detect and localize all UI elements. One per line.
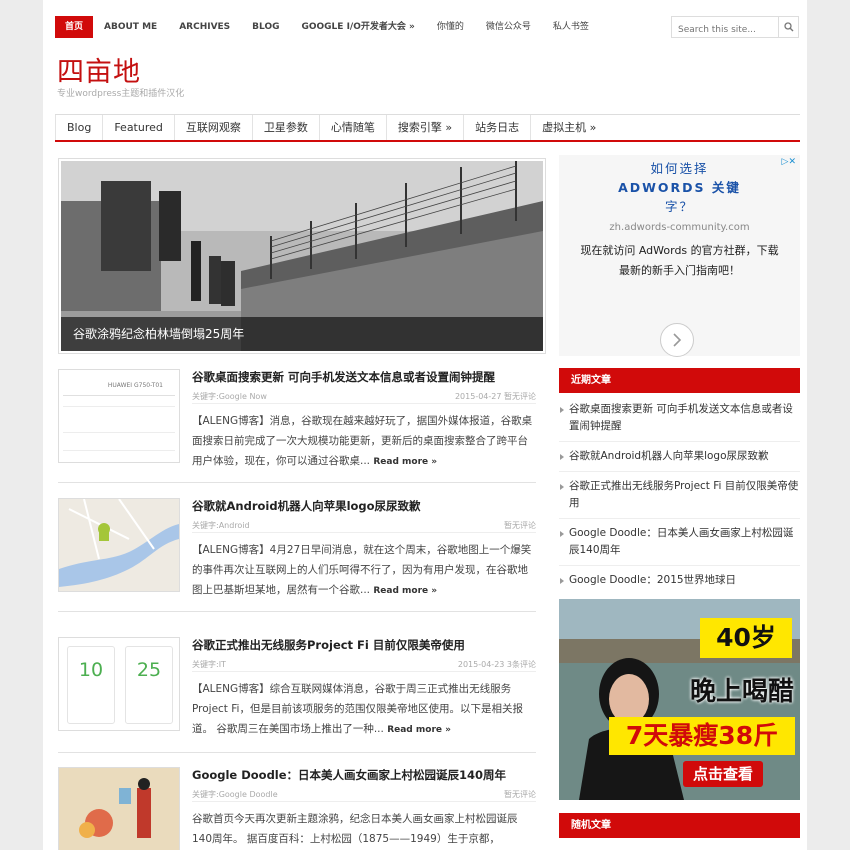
search-button[interactable] [778,17,798,37]
ad-body[interactable]: 现在就访问 AdWords 的官方社群，下载最新的新手入门指南吧！ [559,241,800,281]
post-item: Google Doodle：日本美人画女画家上村松园诞辰140周年 关键字:Go… [58,767,536,850]
ad-age-banner: 40岁 [700,618,792,658]
post-title[interactable]: Google Doodle：日本美人画女画家上村松园诞辰140周年 [192,767,536,783]
recent-post-link[interactable]: Google Doodle：2015世界地球日 [559,566,800,595]
mainnav-internet[interactable]: 互联网观察 [175,115,253,140]
main-nav: Blog Featured 互联网观察 卫星参数 心情随笔 搜索引擎 » 站务日… [55,114,800,142]
post-item: 10 25 谷歌正式推出无线服务Project Fi 目前仅限美帝使用 关键字:… [58,637,536,735]
ad-choices-icon[interactable]: ▷✕ [782,157,796,167]
post-divider [58,482,536,483]
ad-headline-weight: 7天暴瘦38斤 [609,717,795,755]
topnav-blog[interactable]: BLOG [241,16,290,38]
ad-headline-line-1: 如何选择 [650,161,709,176]
recent-post-link[interactable]: Google Doodle：日本美人画女画家上村松园诞辰140周年 [559,519,800,566]
site-title[interactable]: 四亩地 [57,50,141,89]
featured-slider[interactable]: 谷歌涂鸦纪念柏林墙倒塌25周年 [58,158,546,354]
post-tags[interactable]: 关键字:IT [192,660,226,669]
post-title[interactable]: 谷歌桌面搜索更新 可向手机发送文本信息或者设置闹钟提醒 [192,369,536,385]
ad-cta-button[interactable]: 点击查看 [683,761,763,787]
topnav-home[interactable]: 首页 [55,16,94,38]
ad-next-button[interactable] [660,323,694,357]
ad-headline-vinegar: 晚上喝醋 [689,677,794,707]
post-divider [58,752,536,753]
post-tags[interactable]: 关键字:Google Now [192,392,267,401]
topnav-you-know[interactable]: 你懂的 [426,16,475,38]
post-excerpt: 【ALENG博客】消息，谷歌现在越来越好玩了，据国外媒体报道，谷歌桌面搜索日前完… [192,411,536,472]
thumb-line [63,450,175,451]
post-date: 暂无评论 [504,521,536,530]
post-excerpt: 【ALENG博客】综合互联网媒体消息，谷歌于周三正式推出无线服务Project … [192,679,536,740]
post-title[interactable]: 谷歌正式推出无线服务Project Fi 目前仅限美帝使用 [192,637,536,653]
post-date: 暂无评论 [504,790,536,799]
ad-headline[interactable]: 如何选择 ADWORDS 关键 字？ [559,155,800,216]
read-more-link[interactable]: Read more » [373,457,437,467]
ad-headline-line-2: ADWORDS 关键 [618,180,741,195]
read-more-link[interactable]: Read more » [373,586,437,596]
topnav-about[interactable]: ABOUT ME [93,16,168,38]
mainnav-site-log[interactable]: 站务日志 [464,115,532,140]
thumb-plan-value: 10 [78,659,104,681]
post-thumbnail[interactable] [58,767,180,850]
thumb-device-label: HUAWEI G750-T01 [63,376,175,396]
chevron-right-icon [673,333,682,347]
read-more-link[interactable]: Read more » [387,725,451,735]
post-date: 2015-04-23 3条评论 [457,660,536,669]
recent-post-link[interactable]: 谷歌正式推出无线服务Project Fi 目前仅限美帝使用 [559,472,800,519]
thumb-plan-card: 25 [125,646,173,724]
post-excerpt: 谷歌首页今天再次更新主题涂鸦，纪念日本美人画女画家上村松园诞辰140周年。 据百… [192,809,536,849]
search-input[interactable] [672,20,780,40]
thumb-plan-value: 25 [136,659,162,681]
mainnav-featured[interactable]: Featured [103,115,175,140]
post-excerpt-text: 【ALENG博客】4月27日早间消息，就在这个周末，谷歌地图上一个爆笑的事件再次… [192,544,532,596]
thumb-plan-card: 10 [67,646,115,724]
mainnav-hosting[interactable]: 虚拟主机 » [531,115,607,140]
mainnav-search-engine[interactable]: 搜索引擎 » [387,115,465,140]
doodle-thumbnail [59,768,179,850]
ad-url[interactable]: zh.adwords-community.com [559,222,800,233]
post-excerpt-text: 谷歌首页今天再次更新主题涂鸦，纪念日本美人画女画家上村松园诞辰140周年。 据百… [192,813,518,845]
mainnav-satellite[interactable]: 卫星参数 [253,115,320,140]
post-item: HUAWEI G750-T01 谷歌桌面搜索更新 可向手机发送文本信息或者设置闹… [58,369,536,467]
recent-posts-list: 谷歌桌面搜索更新 可向手机发送文本信息或者设置闹钟提醒 谷歌就Android机器… [559,395,800,595]
mainnav-blog[interactable]: Blog [55,115,104,140]
recent-posts-title: 近期文章 [559,368,800,393]
post-thumbnail[interactable] [58,498,180,592]
site-tagline: 专业wordpress主题和插件汉化 [57,89,185,99]
post-tags[interactable]: 关键字:Google Doodle [192,790,278,799]
recent-post-link[interactable]: 谷歌桌面搜索更新 可向手机发送文本信息或者设置闹钟提醒 [559,395,800,442]
post-thumbnail[interactable]: HUAWEI G750-T01 [58,369,180,463]
recent-post-link[interactable]: 谷歌就Android机器人向苹果logo尿尿致歉 [559,442,800,472]
slider-caption[interactable]: 谷歌涂鸦纪念柏林墙倒塌25周年 [61,317,543,351]
image-ad[interactable]: 40岁 晚上喝醋 7天暴瘦38斤 点击查看 [559,599,800,800]
post-divider [58,611,536,612]
post-meta: 关键字:Google Doodle 暂无评论 [192,789,536,802]
post-tags[interactable]: 关键字:Android [192,521,250,530]
topnav-bookmarks[interactable]: 私人书签 [542,16,600,38]
search-box [671,16,799,40]
post-meta: 关键字:IT 2015-04-23 3条评论 [192,659,536,672]
post-excerpt: 【ALENG博客】4月27日早间消息，就在这个周末，谷歌地图上一个爆笑的事件再次… [192,540,536,601]
thumb-line [63,432,175,433]
page: 首页 ABOUT ME ARCHIVES BLOG GOOGLE I/O开发者大… [43,0,807,850]
adwords-ad[interactable]: ▷✕ 如何选择 ADWORDS 关键 字？ zh.adwords-communi… [559,155,800,357]
mainnav-essays[interactable]: 心情随笔 [320,115,387,140]
topnav-archives[interactable]: ARCHIVES [168,16,241,38]
map-thumbnail [59,499,179,591]
post-meta: 关键字:Google Now 2015-04-27 暂无评论 [192,391,536,404]
post-meta: 关键字:Android 暂无评论 [192,520,536,533]
post-title[interactable]: 谷歌就Android机器人向苹果logo尿尿致歉 [192,498,536,514]
top-nav: 首页 ABOUT ME ARCHIVES BLOG GOOGLE I/O开发者大… [55,16,600,38]
post-item: 谷歌就Android机器人向苹果logo尿尿致歉 关键字:Android 暂无评论… [58,498,536,596]
topnav-wechat[interactable]: 微信公众号 [475,16,542,38]
post-excerpt-text: 【ALENG博客】综合互联网媒体消息，谷歌于周三正式推出无线服务Project … [192,683,523,735]
ad-headline-line-3: 字？ [664,199,694,214]
search-icon [783,22,793,32]
slider-photo[interactable]: 谷歌涂鸦纪念柏林墙倒塌25周年 [61,161,543,351]
post-excerpt-text: 【ALENG博客】消息，谷歌现在越来越好玩了，据国外媒体报道，谷歌桌面搜索日前完… [192,415,533,467]
random-posts-title: 随机文章 [559,813,800,838]
thumb-line [63,406,175,407]
post-thumbnail[interactable]: 10 25 [58,637,180,731]
topnav-google-io[interactable]: GOOGLE I/O开发者大会 » [290,16,425,38]
post-date: 2015-04-27 暂无评论 [454,392,536,401]
